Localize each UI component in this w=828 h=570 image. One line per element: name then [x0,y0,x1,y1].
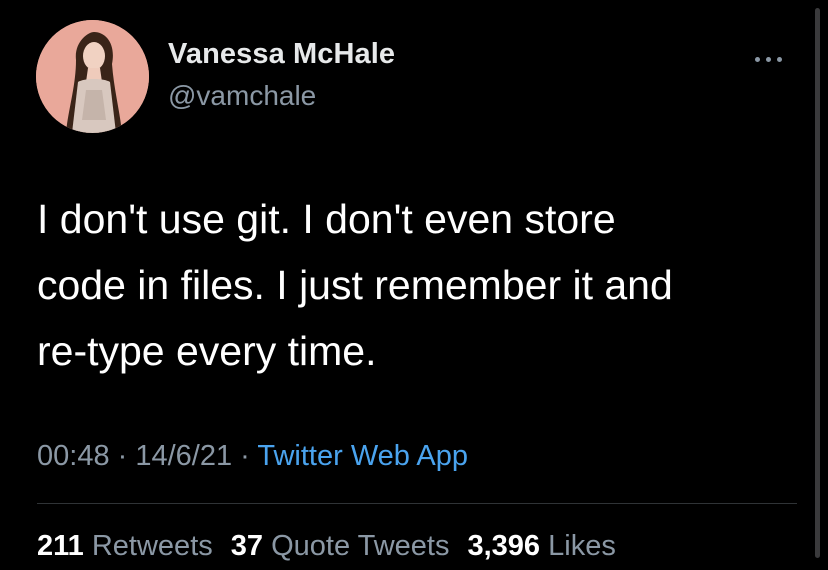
more-horizontal-icon-dot [766,57,771,62]
retweets-stat[interactable]: 211 Retweets [37,530,213,562]
scrollbar[interactable] [815,8,820,558]
display-name[interactable]: Vanessa McHale [168,38,395,71]
avatar[interactable] [36,20,149,133]
likes-stat[interactable]: 3,396 Likes [467,530,615,562]
avatar-photo [36,20,149,133]
likes-label: Likes [548,530,616,562]
meta-separator: · [109,440,136,472]
more-horizontal-icon-dot [777,57,782,62]
tweet-text: I don't use git. I don't even store code… [37,196,673,374]
tweet-detail: Vanessa McHale @vamchale I don't use git… [0,0,828,570]
tweet-time[interactable]: 00:48 [37,440,110,472]
divider [37,503,797,504]
quote-tweets-stat[interactable]: 37 Quote Tweets [231,530,450,562]
retweets-count: 211 [37,530,84,562]
user-handle[interactable]: @vamchale [168,80,316,112]
meta-separator: · [232,440,258,472]
retweets-label: Retweets [91,530,213,562]
tweet-source-link[interactable]: Twitter Web App [257,440,468,472]
tweet-meta: 00:48 · 14/6/21 · Twitter Web App [37,440,468,473]
tweet-date[interactable]: 14/6/21 [135,440,232,472]
engagement-stats: 211 Retweets 37 Quote Tweets 3,396 Likes [37,530,634,563]
more-horizontal-icon [755,57,760,62]
quote-tweets-label: Quote Tweets [271,530,450,562]
more-options-button[interactable] [750,44,794,74]
quote-tweets-count: 37 [230,530,264,562]
likes-count: 3,396 [467,530,541,562]
